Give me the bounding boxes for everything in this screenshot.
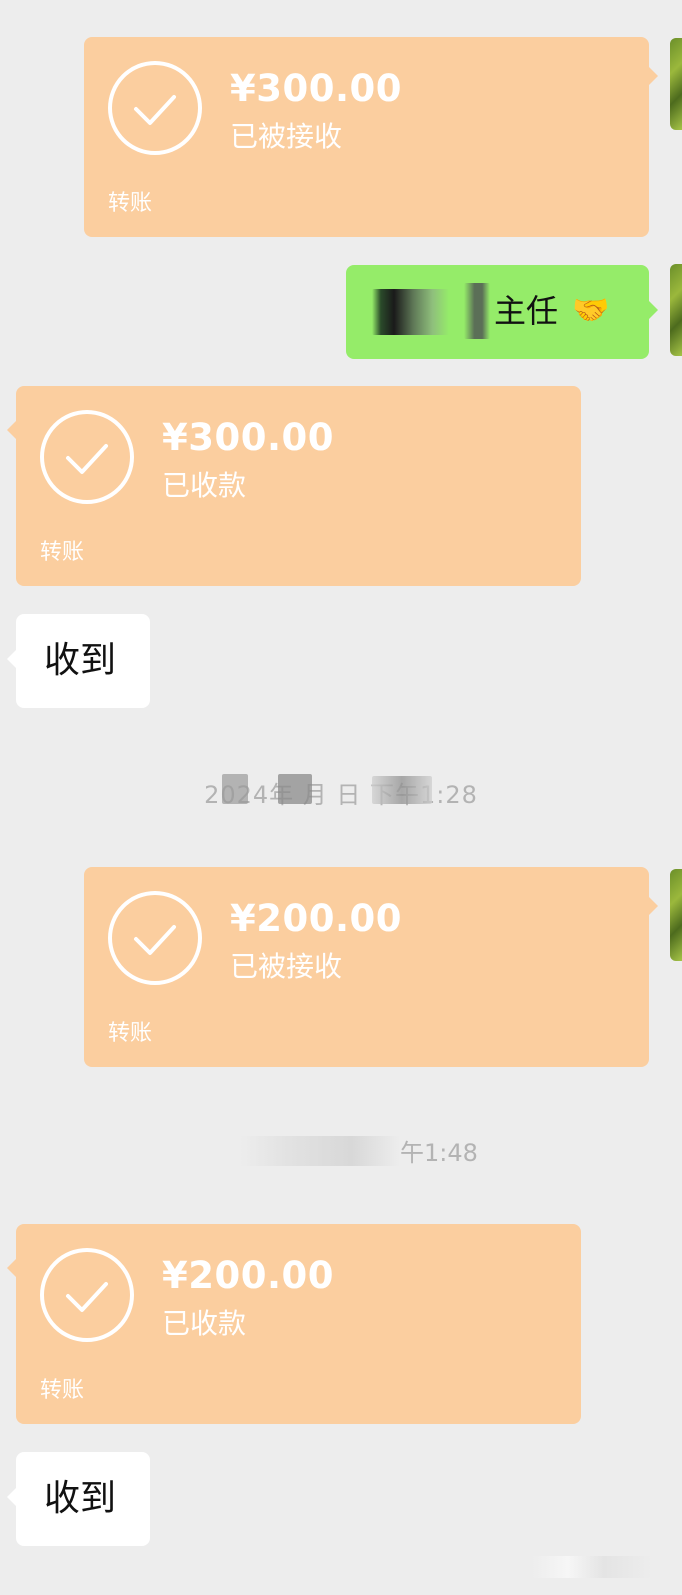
bubble-tail [7,1259,16,1277]
message-text: 收到 [44,640,117,681]
avatar[interactable] [670,869,682,961]
redacted-area [464,283,490,339]
bubble-tail [7,650,16,668]
received-text-bubble[interactable]: 收到 [7,614,150,708]
redacted-area [222,774,248,804]
transfer-amount: ¥300.00 [162,416,335,459]
message-text: 主任 [494,292,559,330]
transfer-status: 已被接收 [230,950,343,983]
check-circle-icon [108,61,202,155]
avatar[interactable] [670,264,682,356]
bubble-tail [7,1488,16,1506]
handshake-emoji: 🤝 [572,293,610,328]
transfer-label: 转账 [40,540,85,565]
transfer-card[interactable]: ¥200.00 已被接收 转账 [84,867,658,1067]
bubble-tail [649,301,658,319]
message-text: 收到 [44,1478,117,1519]
check-circle-icon [40,1248,134,1342]
check-circle-icon [40,410,134,504]
check-circle-icon [108,891,202,985]
transfer-card[interactable]: ¥200.00 已收款 转账 [7,1224,581,1424]
avatar[interactable] [670,38,682,130]
redacted-area [372,776,432,804]
transfer-label: 转账 [108,1021,153,1046]
sent-text-bubble[interactable]: 主任 🤝 [346,265,658,359]
redacted-area [278,774,312,804]
watermark [532,1556,652,1578]
transfer-status: 已被接收 [230,120,343,153]
transfer-status: 已收款 [162,469,247,502]
transfer-amount: ¥200.00 [162,1254,335,1297]
timestamp: 午1:48 [400,1136,478,1170]
transfer-label: 转账 [40,1378,85,1403]
bubble-tail [649,897,658,915]
transfer-amount: ¥200.00 [230,897,403,940]
transfer-status: 已收款 [162,1307,247,1340]
timestamp-text: 午1:48 [400,1139,478,1167]
transfer-card[interactable]: ¥300.00 已收款 转账 [7,386,581,586]
transfer-card[interactable]: ¥300.00 已被接收 转账 [84,37,658,237]
transfer-label: 转账 [108,191,153,216]
bubble-tail [7,421,16,439]
received-text-bubble[interactable]: 收到 [7,1452,150,1546]
bubble-tail [649,67,658,85]
timestamp: 2024年 月 日 下午1:28 [0,778,682,812]
redacted-area [240,1136,400,1166]
transfer-amount: ¥300.00 [230,67,403,110]
